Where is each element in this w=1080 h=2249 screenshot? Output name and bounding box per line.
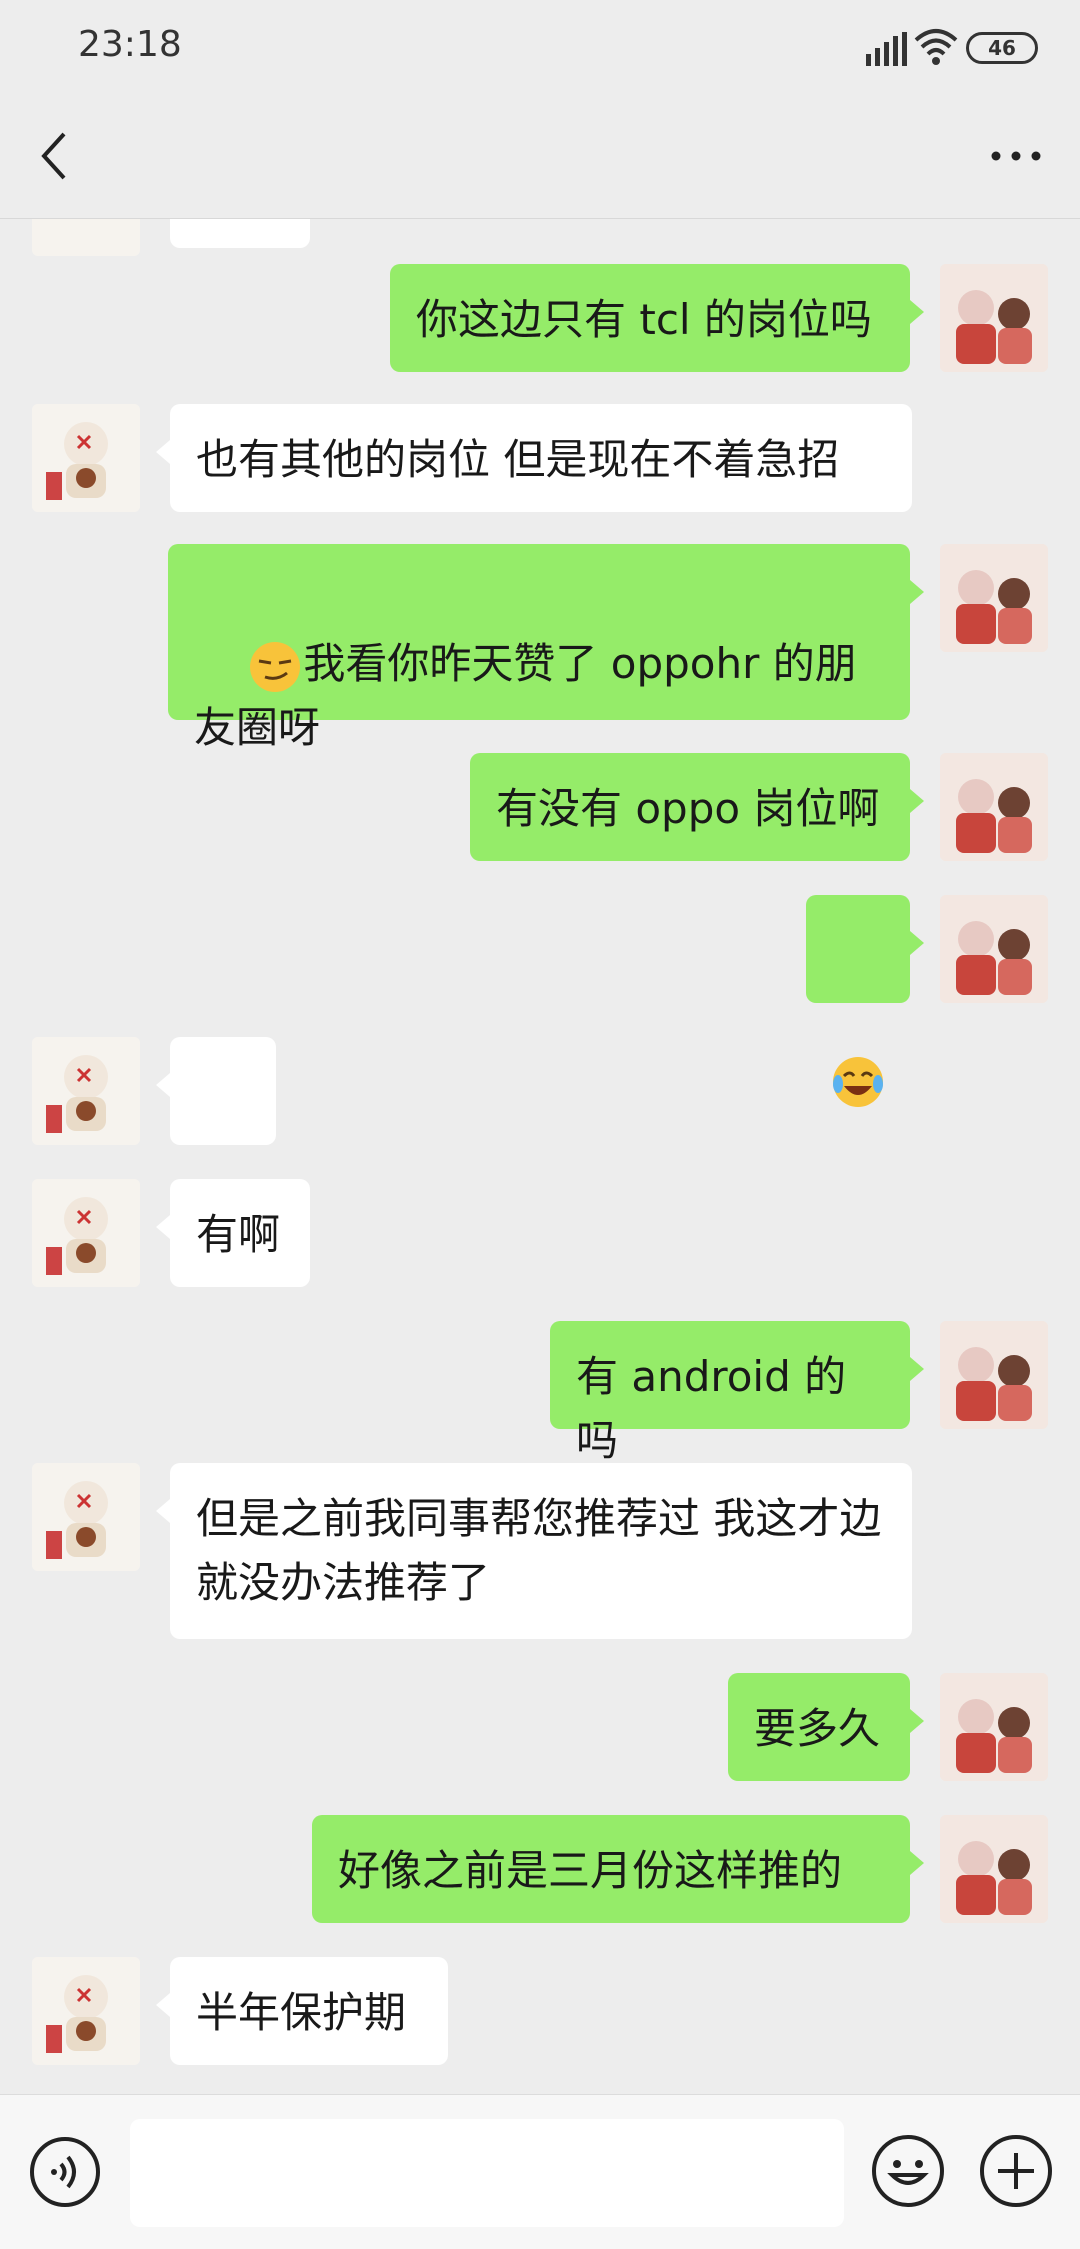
- message-bubble: 有没有 oppo 岗位啊: [470, 753, 924, 861]
- emoji-icon[interactable]: [870, 2133, 946, 2209]
- self-avatar[interactable]: [940, 264, 1048, 372]
- message-bubble: 半年保护期: [156, 1957, 448, 2065]
- message-bubble: 有啊: [156, 1179, 310, 1287]
- plus-icon[interactable]: [978, 2133, 1054, 2209]
- message-bubble-partial: [170, 218, 310, 248]
- smirk-face-icon: [250, 641, 301, 692]
- more-horizontal-icon[interactable]: [986, 136, 1046, 176]
- message-bubble: 你这边只有 tcl 的岗位吗: [390, 264, 924, 372]
- message-bubble: 好像之前是三月份这样推的: [312, 1815, 924, 1923]
- message-bubble: 也有其他的岗位 但是现在不着急招: [156, 404, 912, 512]
- chevron-left-icon[interactable]: [30, 126, 80, 186]
- status-bar: 23:18 46: [0, 0, 1080, 96]
- voice-icon[interactable]: [28, 2135, 102, 2209]
- contact-avatar[interactable]: [32, 1179, 140, 1287]
- message-list[interactable]: 你这边只有 tcl 的岗位吗 也有其他的岗位 但是现在不着急招 我看你昨天赞了 …: [0, 218, 1080, 2094]
- self-avatar[interactable]: [940, 753, 1048, 861]
- battery-indicator: 46: [966, 32, 1038, 64]
- message-input[interactable]: [130, 2119, 844, 2227]
- self-avatar[interactable]: [940, 1815, 1048, 1923]
- message-bubble: 要多久: [728, 1673, 924, 1781]
- contact-avatar[interactable]: [32, 1957, 140, 2065]
- self-avatar[interactable]: [940, 895, 1048, 1003]
- contact-avatar[interactable]: [32, 1463, 140, 1571]
- message-bubble: [156, 1037, 276, 1249]
- self-avatar[interactable]: [940, 1321, 1048, 1429]
- contact-avatar[interactable]: [32, 404, 140, 512]
- message-bubble: 有 android 的吗: [550, 1321, 924, 1465]
- signal-icon: [866, 32, 907, 66]
- chat-header: [0, 96, 1080, 219]
- status-time: 23:18: [78, 24, 182, 65]
- tears-of-joy-icon: [833, 1056, 883, 1107]
- wifi-icon: [914, 29, 958, 65]
- message-bubble: 但是之前我同事帮您推荐过 我这才边就没办法推荐了: [156, 1463, 912, 1639]
- message-bubble: [806, 895, 924, 1107]
- self-avatar[interactable]: [940, 544, 1048, 652]
- self-avatar[interactable]: [940, 1673, 1048, 1781]
- contact-avatar[interactable]: [32, 218, 140, 256]
- contact-avatar[interactable]: [32, 1037, 140, 1145]
- message-bubble: 我看你昨天赞了 oppohr 的朋友圈呀: [168, 544, 924, 752]
- input-bar: [0, 2094, 1080, 2249]
